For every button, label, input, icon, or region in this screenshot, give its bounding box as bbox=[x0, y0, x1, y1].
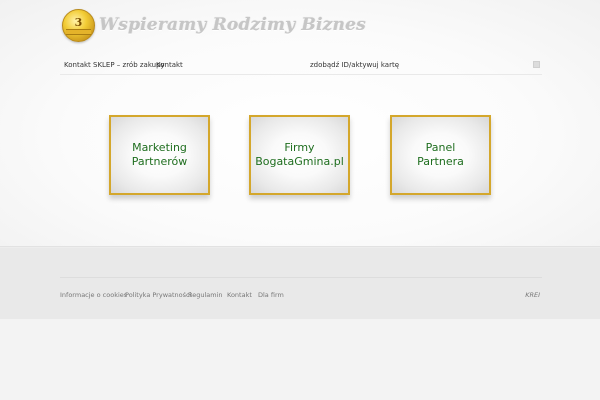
footer-link-privacy[interactable]: Polityka Prywatności bbox=[125, 291, 191, 299]
tile-firmy-bogatagmina[interactable]: Firmy BogataGmina.pl bbox=[249, 115, 350, 195]
footer-link-terms[interactable]: Regulamin bbox=[188, 291, 223, 299]
footer-link-for-companies[interactable]: Dla firm bbox=[258, 291, 284, 299]
coin-band bbox=[66, 28, 91, 35]
header-area: 3 Wspieramy Rodzimy Biznes Kontakt SKLEP… bbox=[0, 0, 600, 247]
tile-label: Panel Partnera bbox=[417, 141, 464, 168]
site-logo[interactable]: 3 Wspieramy Rodzimy Biznes bbox=[62, 7, 366, 43]
page-bottom bbox=[0, 319, 600, 400]
nav-item-kontakt-2[interactable]: Kontakt bbox=[156, 61, 183, 69]
tile-label: Marketing Partnerów bbox=[131, 141, 188, 168]
nav-item-kontakt[interactable]: Kontakt bbox=[64, 61, 91, 69]
tile-marketing-partnerow[interactable]: Marketing Partnerów bbox=[109, 115, 210, 195]
footer-link-contact[interactable]: Kontakt bbox=[227, 291, 252, 299]
top-navigation: Kontakt SKLEP – zrób zakupy Kontakt zdob… bbox=[60, 57, 542, 75]
coin-logo-icon: 3 bbox=[62, 8, 95, 42]
nav-item-get-id[interactable]: zdobądź ID/aktywuj kartę bbox=[310, 61, 399, 69]
footer-credit-link[interactable]: KREI bbox=[525, 291, 540, 299]
footer-band bbox=[0, 248, 600, 319]
footer-link-cookies[interactable]: Informacje o cookies bbox=[60, 291, 127, 299]
footer-divider bbox=[60, 277, 542, 278]
tile-label: Firmy BogataGmina.pl bbox=[255, 141, 344, 168]
logo-text: Wspieramy Rodzimy Biznes bbox=[99, 15, 366, 35]
coin-number: 3 bbox=[74, 15, 83, 29]
small-square-icon[interactable] bbox=[533, 61, 540, 68]
footer-links: Informacje o cookies Polityka Prywatnośc… bbox=[60, 290, 542, 302]
nav-item-sklep[interactable]: SKLEP – zrób zakupy bbox=[93, 61, 165, 69]
tile-panel-partnera[interactable]: Panel Partnera bbox=[390, 115, 491, 195]
